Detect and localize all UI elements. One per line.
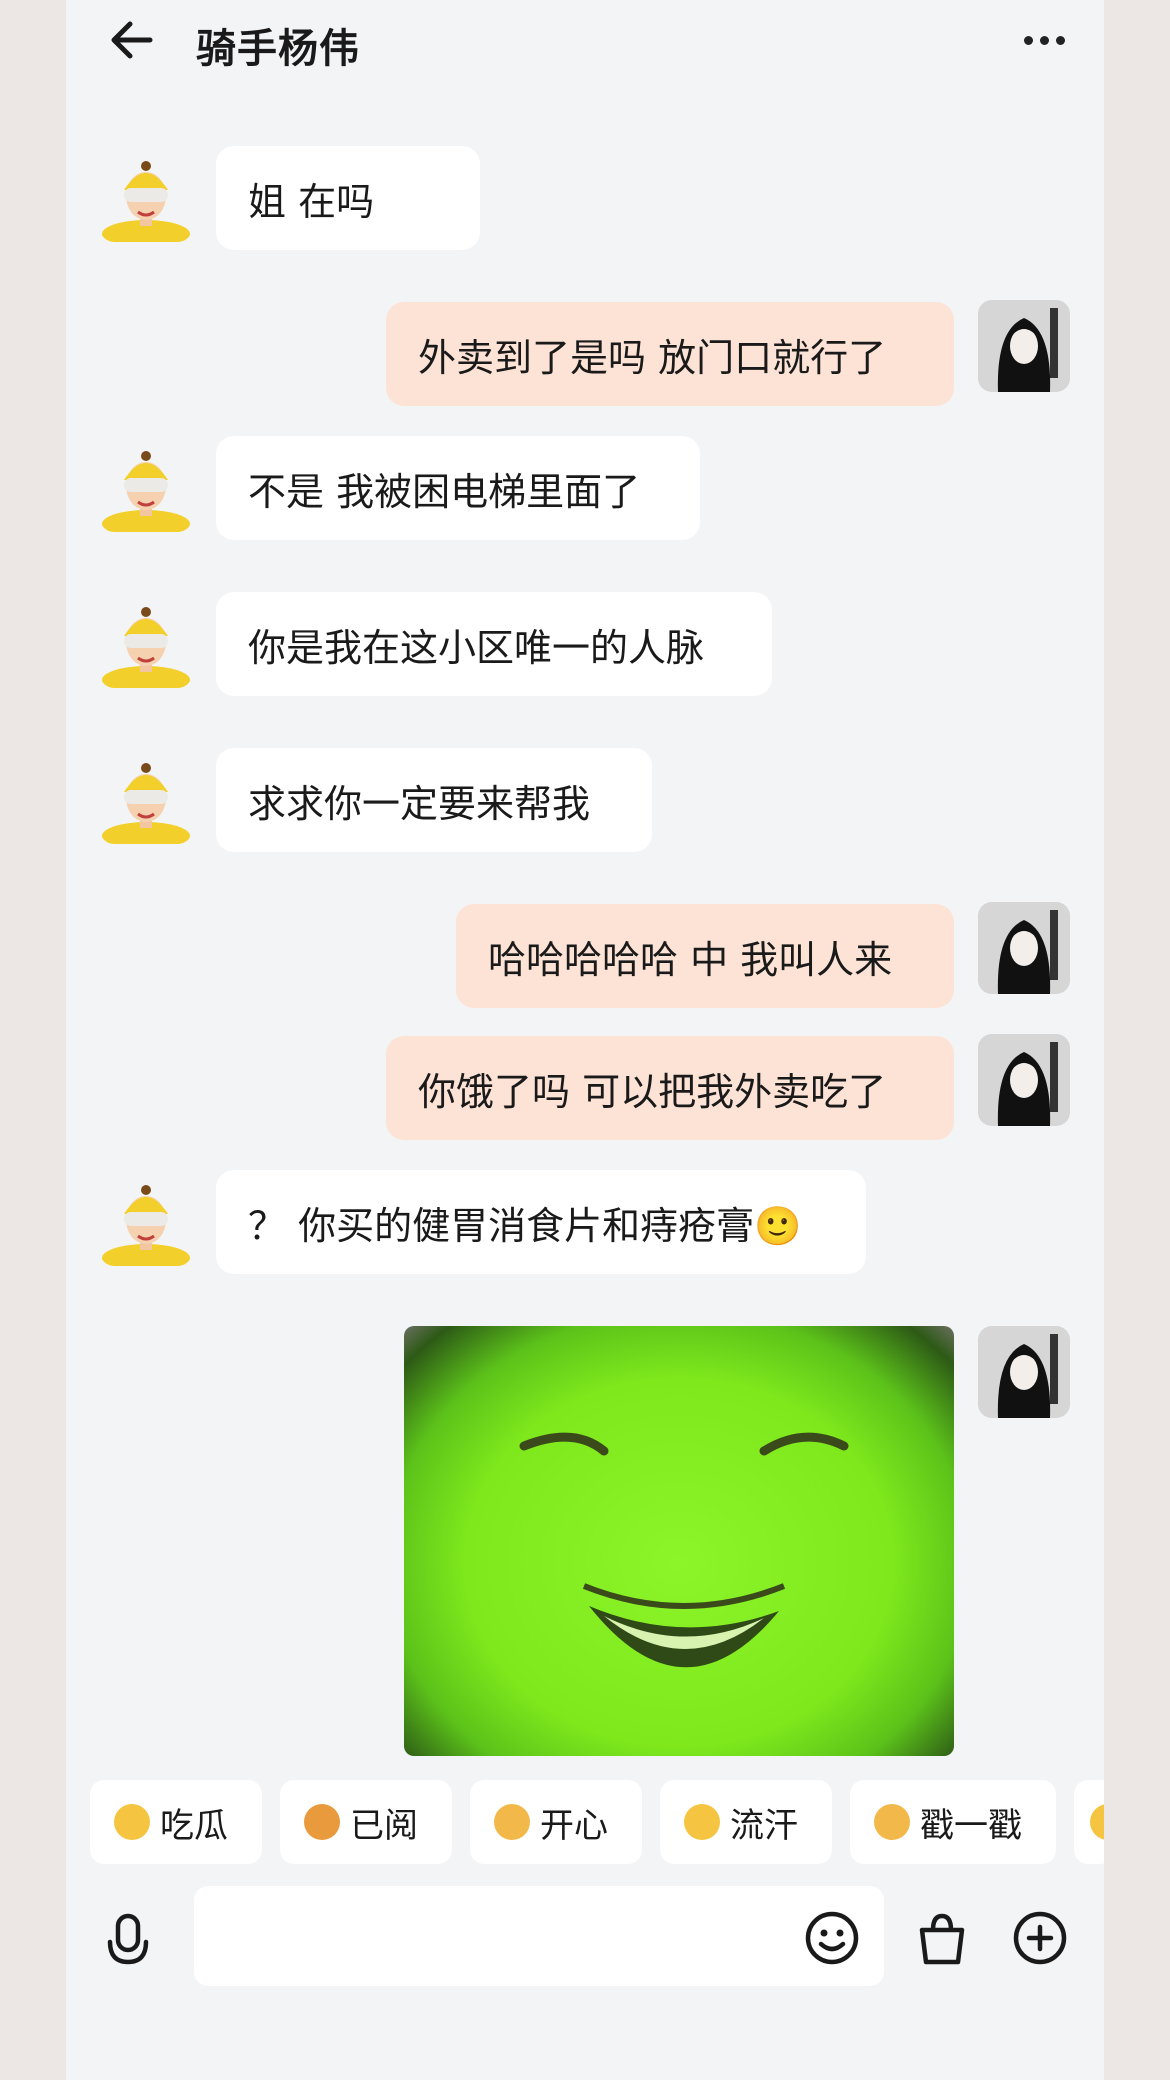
frame-left (0, 0, 66, 2080)
more-options-icon[interactable] (1014, 20, 1074, 60)
message-bubble-outgoing[interactable]: 外卖到了是吗 放门口就行了 (386, 302, 954, 406)
quick-reply-chip[interactable]: 流汗 (660, 1780, 832, 1864)
sticker-image[interactable] (404, 1326, 954, 1756)
message-bubble-incoming[interactable]: 你是我在这小区唯一的人脉 (216, 592, 772, 696)
quick-reply-chip-partial[interactable] (1074, 1780, 1104, 1864)
rider-avatar[interactable] (100, 752, 192, 844)
message-input[interactable] (194, 1886, 884, 1986)
quick-reply-chip[interactable]: 吃瓜 (90, 1780, 262, 1864)
chip-label: 已阅 (350, 1805, 418, 1846)
emoji-icon[interactable] (802, 1908, 862, 1968)
sweat-emoji-icon (684, 1804, 720, 1840)
chat-title: 骑手杨伟 (196, 26, 360, 72)
message-bubble-incoming[interactable]: 不是 我被困电梯里面了 (216, 436, 700, 540)
read-emoji-icon (304, 1804, 340, 1840)
message-bubble-incoming[interactable]: ？ 你买的健胃消食片和痔疮膏🙂 (216, 1170, 866, 1274)
chip-label: 戳一戳 (920, 1805, 1022, 1846)
chip-label: 流汗 (730, 1805, 798, 1846)
rider-avatar[interactable] (100, 1174, 192, 1266)
chip-label: 开心 (540, 1805, 608, 1846)
chip-label: 吃瓜 (160, 1805, 228, 1846)
quick-reply-bar: 吃瓜 已阅 开心 流汗 戳一戳 (90, 1780, 1104, 1864)
quick-reply-chip[interactable]: 已阅 (280, 1780, 452, 1864)
frame-right (1104, 0, 1170, 2080)
happy-emoji-icon (494, 1804, 530, 1840)
message-bubble-incoming[interactable]: 姐 在吗 (216, 146, 480, 250)
message-bubble-incoming[interactable]: 求求你一定要来帮我 (216, 748, 652, 852)
user-avatar[interactable] (978, 902, 1070, 994)
rider-avatar[interactable] (100, 150, 192, 242)
back-arrow-icon[interactable] (104, 12, 164, 72)
emoji-icon (1090, 1804, 1104, 1840)
quick-reply-chip[interactable]: 戳一戳 (850, 1780, 1056, 1864)
shopping-bag-icon[interactable] (912, 1908, 972, 1968)
user-avatar[interactable] (978, 1326, 1070, 1418)
message-bubble-outgoing[interactable]: 你饿了吗 可以把我外卖吃了 (386, 1036, 954, 1140)
chat-screen: 骑手杨伟 姐 在吗 外卖到了是吗 放门口就行了 不是 我被困电梯里面了 你是我在… (66, 0, 1104, 2080)
user-avatar[interactable] (978, 1034, 1070, 1126)
rider-avatar[interactable] (100, 596, 192, 688)
chat-header: 骑手杨伟 (66, 0, 1104, 90)
quick-reply-chip[interactable]: 开心 (470, 1780, 642, 1864)
microphone-icon[interactable] (96, 1908, 160, 1972)
add-plus-icon[interactable] (1010, 1908, 1070, 1968)
poke-emoji-icon (874, 1804, 910, 1840)
message-bubble-outgoing[interactable]: 哈哈哈哈哈 中 我叫人来 (456, 904, 954, 1008)
rider-avatar[interactable] (100, 440, 192, 532)
melon-emoji-icon (114, 1804, 150, 1840)
user-avatar[interactable] (978, 300, 1070, 392)
